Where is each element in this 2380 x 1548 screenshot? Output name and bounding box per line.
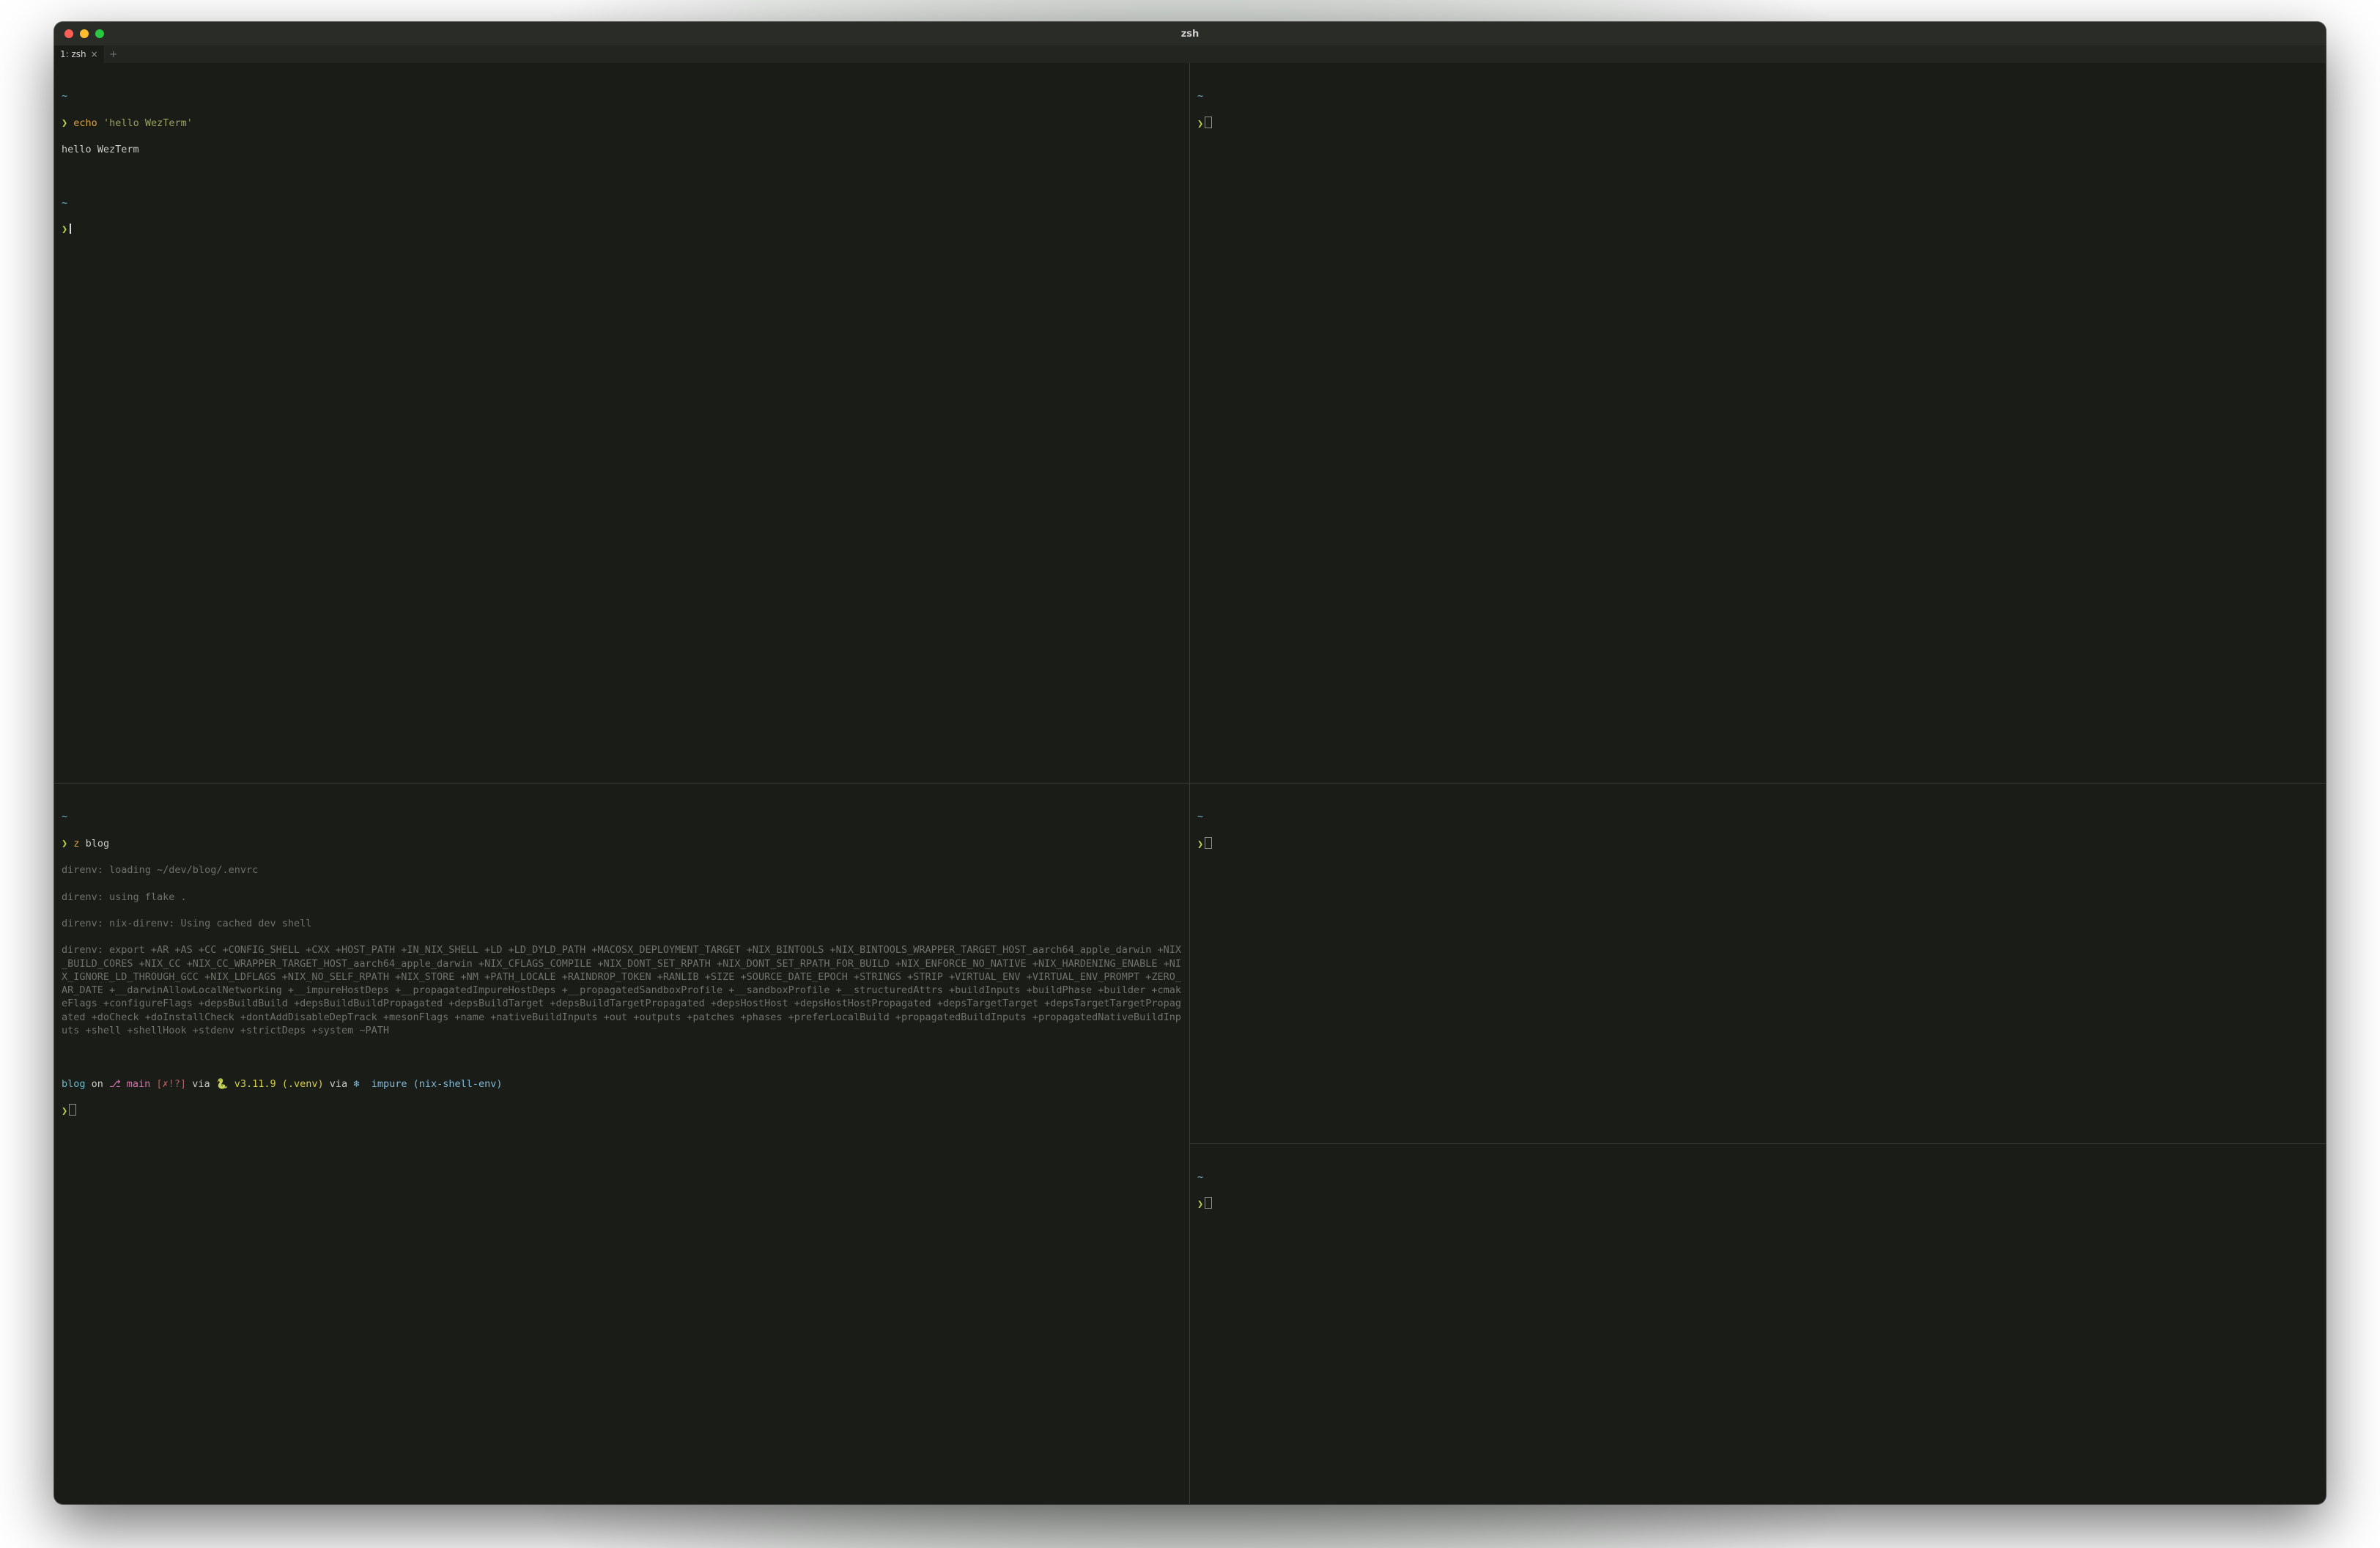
nix-icon: ❄ — [353, 1078, 359, 1090]
direnv-output: direnv: loading ~/dev/blog/.envrc — [62, 863, 1182, 877]
direnv-output: direnv: export +AR +AS +CC +CONFIG_SHELL… — [62, 943, 1182, 1037]
prompt-char: ❯ — [62, 117, 67, 129]
cwd-tilde: ~ — [62, 90, 67, 102]
prompt-char: ❯ — [1197, 838, 1203, 850]
text-cursor — [1205, 1197, 1212, 1209]
command-output: hello WezTerm — [62, 143, 1182, 156]
prompt-char: ❯ — [62, 838, 67, 849]
window-title: zsh — [54, 29, 2326, 40]
pane-top-left[interactable]: ~ ❯ echo 'hello WezTerm' hello WezTerm ~… — [54, 63, 1190, 784]
tab-label: 1: zsh — [60, 49, 86, 59]
command-name: z — [73, 838, 79, 849]
traffic-lights — [54, 29, 104, 38]
pane-bottom-right-upper[interactable]: ~ ❯ — [1190, 784, 2326, 1144]
close-window-button[interactable] — [64, 29, 73, 38]
minimize-window-button[interactable] — [80, 29, 89, 38]
cwd-tilde: ~ — [1197, 1171, 1203, 1183]
pane-bottom-left[interactable]: ~ ❯ z blog direnv: loading ~/dev/blog/.e… — [54, 784, 1190, 1504]
text-cursor — [1205, 117, 1212, 128]
pane-bottom-right: ~ ❯ ~ ❯ — [1190, 784, 2326, 1504]
close-tab-icon[interactable]: × — [91, 49, 98, 59]
direnv-output: direnv: nix-direnv: Using cached dev she… — [62, 917, 1182, 930]
tab-zsh[interactable]: 1: zsh × — [54, 45, 105, 63]
prompt-char: ❯ — [1197, 1198, 1203, 1210]
pane-top-right[interactable]: ~ ❯ — [1190, 63, 2326, 784]
prompt-char: ❯ — [62, 1105, 67, 1117]
pane-grid: ~ ❯ echo 'hello WezTerm' hello WezTerm ~… — [54, 63, 2326, 1504]
python-icon: 🐍 — [216, 1078, 229, 1090]
text-cursor — [1205, 837, 1212, 849]
command-arg: blog — [86, 838, 110, 849]
tab-bar: 1: zsh × + — [54, 45, 2326, 63]
prompt-char: ❯ — [62, 224, 67, 235]
direnv-output: direnv: using flake . — [62, 891, 1182, 904]
text-cursor — [69, 1104, 76, 1116]
cwd-tilde: ~ — [62, 811, 67, 822]
status-prompt: blog on ⎇ main [✗!?] via 🐍 v3.11.9 (.ven… — [62, 1077, 1182, 1091]
cwd-tilde: ~ — [1197, 811, 1203, 822]
cwd-tilde: ~ — [62, 197, 67, 209]
zoom-window-button[interactable] — [95, 29, 104, 38]
command-name: echo — [73, 117, 97, 129]
new-tab-button[interactable]: + — [105, 45, 122, 63]
prompt-char: ❯ — [1197, 118, 1203, 130]
git-branch-icon: ⎇ — [109, 1078, 121, 1090]
cwd-tilde: ~ — [1197, 90, 1203, 102]
command-arg: 'hello WezTerm' — [103, 117, 193, 129]
terminal-window: zsh 1: zsh × + ~ ❯ echo 'hello WezTerm' … — [54, 22, 2326, 1504]
pane-bottom-right-lower[interactable]: ~ ❯ — [1190, 1144, 2326, 1505]
titlebar: zsh — [54, 22, 2326, 45]
text-cursor — [70, 224, 71, 234]
